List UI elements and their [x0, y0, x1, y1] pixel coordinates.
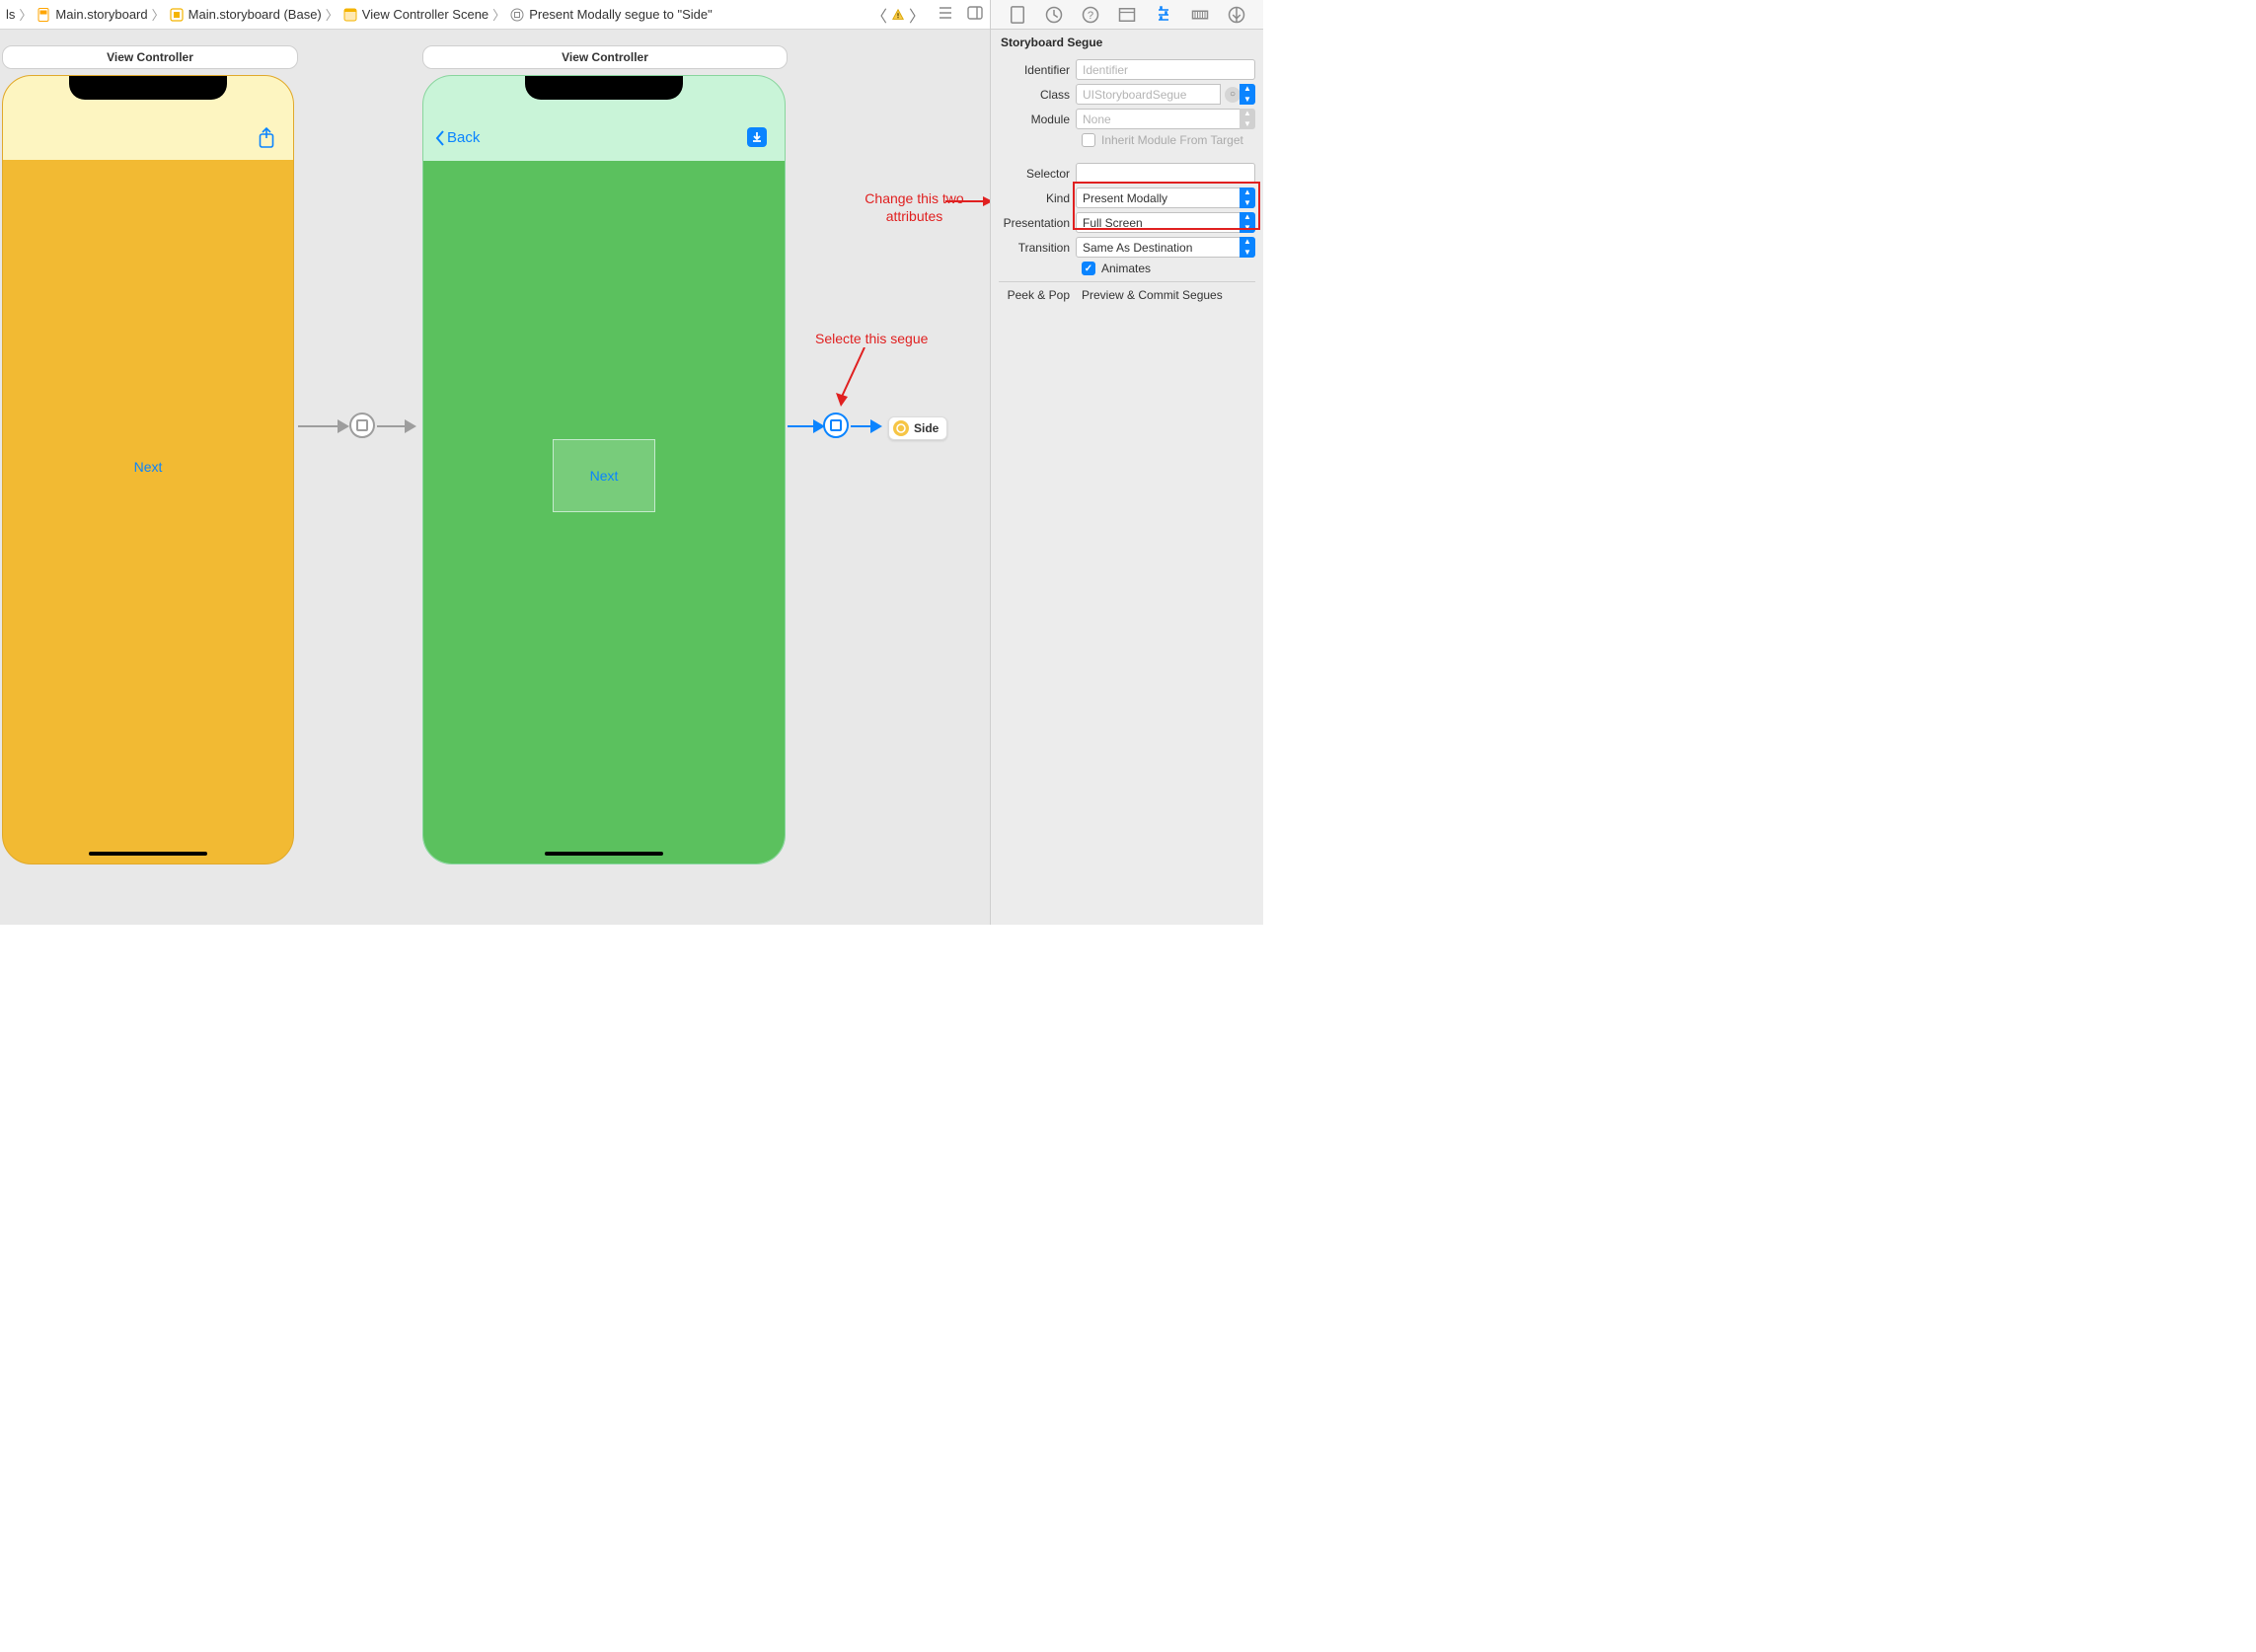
class-clear-button[interactable]: ○ [1225, 87, 1241, 103]
chevron-right-icon: 〉 [152, 5, 165, 24]
next-button-1[interactable]: Next [134, 459, 163, 475]
container-next-button[interactable]: Next [553, 439, 655, 512]
nav-forward-button[interactable]: 〉 [909, 3, 925, 27]
toolbar-right: 〈 〉 [871, 3, 984, 27]
scene-1-title[interactable]: View Controller [2, 45, 298, 69]
selector-field[interactable] [1076, 163, 1255, 184]
share-icon[interactable] [258, 127, 275, 149]
animates-label: Animates [1101, 262, 1151, 275]
container-next-label: Next [590, 468, 619, 484]
kind-label: Kind [999, 191, 1076, 205]
size-inspector-tab[interactable] [1190, 5, 1210, 25]
annotation-highlight-box [1073, 182, 1260, 230]
inspector-tabs: ? [991, 0, 1263, 30]
animates-checkbox[interactable] [1082, 262, 1095, 275]
class-stepper[interactable]: ▲▼ [1240, 84, 1255, 105]
breadcrumb[interactable]: ls 〉 Main.storyboard 〉 Main.storyboard (… [6, 5, 871, 24]
side-viewcontroller-badge[interactable]: Side [888, 416, 947, 440]
outline-toggle-icon[interactable] [937, 4, 954, 25]
transition-label: Transition [999, 241, 1076, 255]
home-indicator-icon [89, 852, 207, 856]
chevron-right-icon: 〉 [326, 5, 338, 24]
inspector-section-title: Storyboard Segue [991, 30, 1263, 53]
crumb-0[interactable]: ls [6, 7, 15, 22]
back-button[interactable]: Back [435, 129, 480, 146]
selector-label: Selector [999, 167, 1076, 181]
transition-select[interactable]: Same As Destination [1076, 237, 1241, 258]
connections-inspector-tab[interactable] [1227, 5, 1246, 25]
crumb-1[interactable]: Main.storyboard [36, 7, 147, 23]
crumb-3-label: View Controller Scene [362, 7, 489, 22]
warning-icon[interactable] [891, 8, 905, 22]
annotation-arrow-2 [833, 347, 872, 411]
back-button-label: Back [447, 129, 480, 146]
scene-icon [342, 7, 358, 23]
crumb-0-label: ls [6, 7, 15, 22]
identity-inspector-tab[interactable] [1117, 5, 1137, 25]
scene-2-title[interactable]: View Controller [422, 45, 788, 69]
history-inspector-tab[interactable] [1044, 5, 1064, 25]
scene-viewcontroller-1[interactable]: View Controller Next [2, 45, 298, 864]
crumb-2[interactable]: Main.storyboard (Base) [169, 7, 322, 23]
help-inspector-tab[interactable]: ? [1081, 5, 1100, 25]
notch-icon [525, 76, 683, 100]
segue-connector-1[interactable] [298, 425, 347, 427]
panel-toggle-icon[interactable] [966, 4, 984, 25]
svg-text:?: ? [1088, 9, 1093, 21]
class-field[interactable]: UIStoryboardSegue [1076, 84, 1221, 105]
annotation-select-segue: Selecte this segue [815, 331, 928, 346]
chevron-right-icon: 〉 [492, 5, 505, 24]
class-label: Class [999, 88, 1076, 102]
peekpop-label: Peek & Pop [999, 288, 1076, 302]
module-field[interactable]: None [1076, 109, 1241, 129]
breadcrumb-bar: ls 〉 Main.storyboard 〉 Main.storyboard (… [0, 0, 990, 30]
chevron-right-icon: 〉 [19, 5, 32, 24]
transition-stepper[interactable]: ▲▼ [1240, 237, 1255, 258]
nav-back-button[interactable]: 〈 [871, 3, 887, 27]
phone-mock-1[interactable]: Next [2, 75, 294, 864]
inherit-module-checkbox[interactable] [1082, 133, 1095, 147]
segue-connector-2[interactable] [788, 425, 823, 427]
download-icon[interactable] [747, 127, 767, 147]
crumb-2-label: Main.storyboard (Base) [188, 7, 322, 22]
peekpop-option-label: Preview & Commit Segues [1082, 288, 1223, 302]
section-divider [999, 281, 1255, 282]
storyboard-canvas[interactable]: View Controller Next View Controller Bac… [0, 30, 990, 925]
segue-icon [509, 7, 525, 23]
inherit-module-label: Inherit Module From Target [1101, 133, 1243, 147]
inspector-panel: ? Storyboard Segue Identifier Identifier… [990, 0, 1263, 925]
crumb-4[interactable]: Present Modally segue to "Side" [509, 7, 713, 23]
green-body [423, 161, 785, 864]
storyboard-file-icon [36, 7, 51, 23]
notch-icon [69, 76, 227, 100]
module-stepper[interactable]: ▲▼ [1240, 109, 1255, 129]
animates-row[interactable]: Animates [999, 262, 1255, 275]
attributes-inspector-tab[interactable] [1154, 5, 1173, 25]
storyboard-base-icon [169, 7, 185, 23]
module-label: Module [999, 113, 1076, 126]
annotation-arrow-1 [945, 195, 990, 207]
segue-connector-2b[interactable] [851, 425, 880, 427]
scene-viewcontroller-2[interactable]: View Controller Back Next [422, 45, 788, 864]
crumb-3[interactable]: View Controller Scene [342, 7, 489, 23]
presentation-label: Presentation [999, 216, 1076, 230]
viewcontroller-icon [893, 420, 909, 436]
segue-node-embed[interactable] [349, 413, 375, 438]
home-indicator-icon [545, 852, 663, 856]
segue-node-present-modally[interactable] [823, 413, 849, 438]
crumb-4-label: Present Modally segue to "Side" [529, 7, 713, 22]
side-badge-label: Side [914, 421, 939, 435]
segue-connector-1b[interactable] [377, 425, 414, 427]
identifier-field[interactable]: Identifier [1076, 59, 1255, 80]
crumb-1-label: Main.storyboard [55, 7, 147, 22]
inherit-module-row[interactable]: Inherit Module From Target [999, 133, 1255, 147]
file-inspector-tab[interactable] [1008, 5, 1027, 25]
phone-mock-2[interactable]: Back Next [422, 75, 786, 864]
identifier-label: Identifier [999, 63, 1076, 77]
